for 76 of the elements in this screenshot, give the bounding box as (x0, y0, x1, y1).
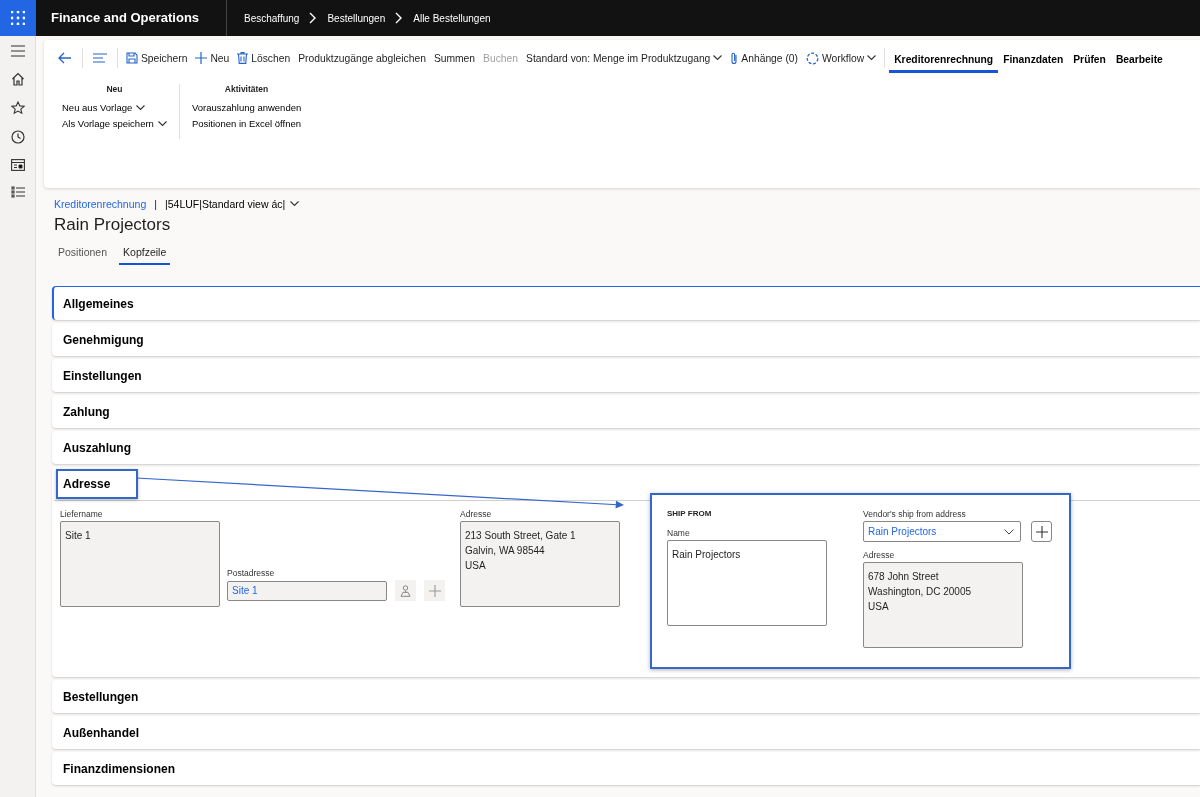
field-label: Postadresse (227, 568, 276, 578)
chevron-down-icon (713, 55, 723, 61)
tab[interactable]: Kopfzeile (119, 243, 171, 265)
name-field[interactable]: Rain Projectors (667, 540, 827, 626)
vendor-address-dropdown[interactable]: Rain Projectors (863, 521, 1021, 542)
chevron-down-icon (867, 55, 877, 61)
section-header[interactable]: Außenhandel (56, 717, 167, 748)
back-arrow-icon[interactable] (58, 52, 72, 64)
section-header[interactable]: Einstellungen (56, 360, 170, 391)
breadcrumb-link[interactable]: Bestellungen (327, 12, 386, 24)
page-title: Rain Projectors (54, 215, 172, 235)
toolbar-button[interactable]: Speichern (122, 52, 192, 64)
address-field[interactable]: 213 South Street, Gate 1 Galvin, WA 98544 USA (460, 521, 620, 607)
plus-icon (428, 584, 441, 597)
toolbar-button[interactable]: Standard von: Menge im Produktzugang (522, 52, 727, 64)
toolbar-button[interactable]: Summen (429, 52, 480, 64)
ribbon-menu-item[interactable]: Als Vorlage speichern (62, 118, 167, 129)
field-label: Adresse (863, 550, 896, 560)
tab[interactable]: Positionen (54, 243, 112, 265)
waffle-icon (11, 11, 25, 25)
chevron-down-icon (157, 120, 167, 127)
map-button[interactable] (395, 580, 416, 601)
action-tab[interactable]: Finanzdaten (998, 49, 1069, 73)
toolbar-button[interactable]: Workflow (802, 51, 881, 65)
form-link[interactable]: Kreditorenrechnung (54, 198, 147, 210)
workflow-icon (806, 51, 820, 65)
section-header[interactable]: Adresse (56, 468, 139, 499)
home-icon[interactable] (10, 72, 25, 86)
toolbar-button[interactable]: Produktzugänge abgleichen (294, 52, 430, 64)
field-label: Vendor's ship from address (863, 509, 967, 519)
field-label: Adresse (460, 509, 493, 519)
delivery-name-field[interactable]: Site 1 (60, 521, 220, 607)
chevron-down-icon (1004, 528, 1014, 535)
separator-text: | (154, 198, 157, 210)
workspace-icon[interactable] (10, 159, 25, 171)
plus-icon (195, 52, 208, 64)
toolbar-button[interactable]: Löschen (233, 52, 295, 64)
star-icon[interactable] (10, 101, 25, 115)
section-header[interactable]: Finanzdimensionen (56, 753, 203, 784)
chevron-right-icon (395, 12, 404, 24)
group-title: Neu (106, 84, 123, 94)
chevron-right-icon (309, 12, 318, 24)
action-tab[interactable]: Bearbeite (1110, 49, 1168, 73)
breadcrumb-link[interactable]: Beschaffung (244, 12, 300, 24)
section-header[interactable]: Auszahlung (56, 432, 159, 463)
section-header[interactable]: Genehmigung (56, 324, 172, 355)
list-icon[interactable] (10, 186, 25, 198)
toolbar-button[interactable]: Anhänge (0) (726, 51, 803, 65)
clock-icon[interactable] (10, 130, 25, 144)
ribbon-menu-item[interactable]: Positionen in Excel öffnen (191, 118, 302, 129)
ribbon-menu-item[interactable]: Neu aus Vorlage (62, 102, 146, 113)
action-tab[interactable]: Prüfen (1068, 49, 1111, 73)
ribbon-menu-item[interactable]: Vorauszahlung anwenden (191, 102, 302, 113)
postal-address-field[interactable]: Site 1 (227, 580, 387, 601)
field-label: Liefername (60, 509, 104, 519)
breadcrumb-link[interactable]: Alle Bestellungen (413, 12, 491, 24)
chevron-down-icon (136, 104, 146, 111)
field-label: Name (667, 528, 691, 538)
trash-icon (237, 52, 249, 64)
plus-icon (1035, 525, 1048, 538)
panel-heading: SHIP FROM (667, 509, 713, 518)
app-title: Finance and Operations (36, 0, 227, 36)
action-tab[interactable]: Kreditorenrechnung (889, 49, 999, 73)
app-launcher-button[interactable] (0, 0, 36, 36)
section-header[interactable]: Bestellungen (56, 681, 167, 712)
toolbar-button[interactable]: Neu (191, 52, 234, 64)
view-selector[interactable]: |54LUF|Standard view ác| (164, 198, 300, 210)
save-icon (126, 52, 138, 64)
add-button[interactable] (1031, 521, 1052, 542)
paperclip-icon (730, 51, 739, 65)
address-field[interactable]: 678 John Street Washington, DC 20005 USA (863, 562, 1023, 648)
group-title: Aktivitäten (224, 84, 269, 94)
section-header[interactable]: Zahlung (56, 396, 138, 427)
menu-icon[interactable] (10, 45, 25, 57)
section-header[interactable]: Allgemeines (56, 288, 162, 319)
chevron-down-icon (290, 201, 300, 207)
